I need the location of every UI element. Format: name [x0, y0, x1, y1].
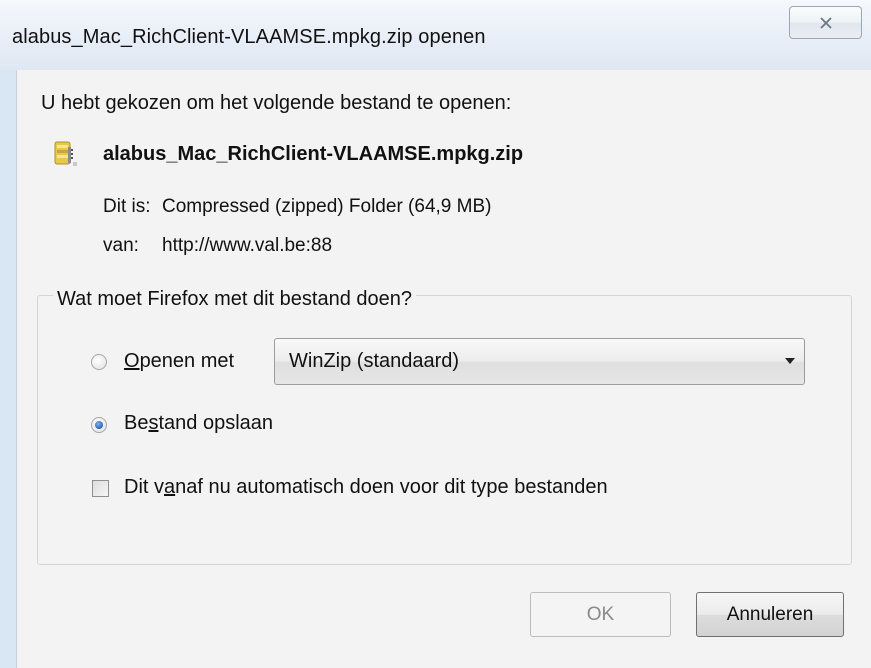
close-x-icon — [819, 16, 832, 29]
open-with-app-value: WinZip (standaard) — [289, 350, 460, 372]
auto-action-label[interactable]: Dit vanaf nu automatisch doen voor dit t… — [124, 476, 608, 499]
ok-button[interactable]: OK — [530, 592, 671, 637]
auto-action-checkbox[interactable] — [92, 480, 109, 497]
window-title: alabus_Mac_RichClient-VLAAMSE.mpkg.zip o… — [12, 26, 486, 48]
download-dialog-window: alabus_Mac_RichClient-VLAAMSE.mpkg.zip o… — [0, 0, 871, 668]
file-type-value: Compressed (zipped) Folder (64,9 MB) — [162, 196, 492, 217]
file-name: alabus_Mac_RichClient-VLAAMSE.mpkg.zip — [103, 143, 524, 165]
file-source-label: van: — [103, 235, 139, 256]
file-source-value: http://www.val.be:88 — [162, 235, 333, 256]
intro-text: U hebt gekozen om het volgende bestand t… — [41, 92, 512, 114]
title-bar: alabus_Mac_RichClient-VLAAMSE.mpkg.zip o… — [0, 0, 871, 70]
dialog-content: U hebt gekozen om het volgende bestand t… — [16, 70, 871, 668]
cancel-button[interactable]: Annuleren — [696, 592, 844, 637]
zip-archive-icon — [54, 141, 77, 166]
close-button[interactable] — [789, 6, 862, 39]
save-file-label[interactable]: Bestand opslaan — [124, 412, 273, 435]
file-type-label: Dit is: — [103, 196, 151, 217]
save-file-radio[interactable] — [91, 417, 107, 433]
open-with-app-select[interactable]: WinZip (standaard) — [274, 338, 805, 385]
dropdown-arrow-icon — [785, 358, 795, 364]
action-group-legend: Wat moet Firefox met dit bestand doen? — [53, 288, 416, 311]
open-with-radio[interactable] — [91, 354, 107, 370]
open-with-label[interactable]: Openen met — [124, 350, 234, 373]
